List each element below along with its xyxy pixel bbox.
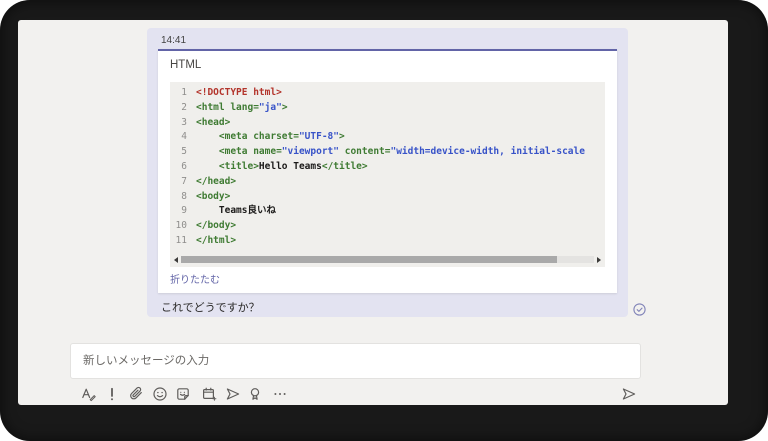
ellipsis-icon — [274, 393, 286, 395]
code-line: 9 Teams良いね — [170, 204, 605, 219]
code-text: <head> — [196, 116, 231, 128]
code-line: 10 </body> — [170, 219, 605, 234]
emoji-button[interactable] — [150, 384, 170, 404]
stream-button[interactable] — [223, 384, 243, 404]
line-number: 8 — [181, 190, 187, 202]
line-number: 1 — [181, 87, 187, 98]
line-number: 5 — [181, 146, 187, 158]
praise-button[interactable] — [245, 384, 265, 404]
code-line: 6 <title>Hello Teams</title> — [170, 160, 605, 175]
line-number: 7 — [181, 175, 187, 187]
code-text: Teams良いね — [196, 205, 276, 217]
code-text: <meta charset="UTF-8"> — [196, 131, 345, 143]
line-number: 3 — [181, 116, 187, 128]
code-line: 3 <head> — [170, 116, 605, 131]
code-line: 1 <!DOCTYPE html> — [170, 86, 605, 101]
code-line: 2 <html lang="ja"> — [170, 101, 605, 116]
scroll-right-arrow-icon[interactable] — [594, 255, 603, 264]
horizontal-scrollbar[interactable] — [172, 255, 603, 264]
line-number: 6 — [181, 160, 187, 172]
line-number: 4 — [181, 131, 187, 143]
collapse-link[interactable]: 折りたたむ — [170, 271, 220, 286]
message-bubble: 14:41 HTML 1 <!DOCTYPE html> 2 <html lang="… — [147, 28, 628, 317]
code-lines: 1 <!DOCTYPE html> 2 <html lang="ja"> 3 <head>… — [170, 82, 605, 249]
code-text: <meta name="viewport" content="width=dev… — [196, 146, 585, 158]
format-button[interactable] — [78, 384, 98, 404]
attach-button[interactable] — [126, 384, 146, 404]
format-a-pen-icon — [82, 388, 96, 402]
sticker-icon — [177, 388, 189, 400]
code-text: <title>Hello Teams</title> — [196, 160, 368, 172]
paper-plane-icon — [622, 388, 636, 400]
read-receipt-check-circle-icon — [633, 303, 646, 316]
scrollbar-track[interactable] — [181, 256, 594, 263]
code-text: <!DOCTYPE html> — [196, 87, 282, 98]
code-block: 1 <!DOCTYPE html> 2 <html lang="ja"> 3 <head>… — [170, 82, 605, 267]
code-text: <body> — [196, 190, 231, 202]
code-text: </head> — [196, 175, 237, 187]
schedule-meeting-button[interactable] — [199, 384, 219, 404]
smiley-icon — [153, 387, 167, 401]
message-text: これでどうですか？ — [161, 302, 260, 314]
code-line: 5 <meta name="viewport" content="width=d… — [170, 145, 605, 160]
code-line: 11 </html> — [170, 234, 605, 249]
teams-chat-screen: 14:41 HTML 1 <!DOCTYPE html> 2 <html lang="… — [18, 20, 728, 405]
play-arrow-icon — [226, 388, 240, 400]
paperclip-icon — [130, 386, 142, 400]
scrollbar-thumb[interactable] — [181, 256, 557, 263]
code-text: <html lang="ja"> — [196, 101, 288, 113]
code-text: </html> — [196, 234, 237, 246]
scroll-left-arrow-icon[interactable] — [172, 255, 181, 264]
more-options-button[interactable] — [270, 384, 290, 404]
line-number: 9 — [181, 205, 187, 217]
code-line: 4 <meta charset="UTF-8"> — [170, 130, 605, 145]
code-line: 7 </head> — [170, 175, 605, 190]
exclamation-icon — [111, 387, 113, 401]
praise-ribbon-icon — [250, 388, 260, 400]
code-text: </body> — [196, 220, 237, 232]
sticker-button[interactable] — [173, 384, 193, 404]
line-number: 10 — [175, 220, 187, 232]
message-timestamp: 14:41 — [161, 35, 187, 46]
window-frame: 14:41 HTML 1 <!DOCTYPE html> 2 <html lang="… — [0, 0, 768, 441]
message-input[interactable] — [70, 343, 641, 379]
code-card-title: HTML — [170, 59, 202, 71]
code-line: 8 <body> — [170, 190, 605, 205]
send-button[interactable] — [619, 384, 639, 404]
line-number: 11 — [175, 234, 187, 246]
priority-button[interactable] — [102, 384, 122, 404]
calendar-add-icon — [202, 387, 217, 401]
code-snippet-card: HTML 1 <!DOCTYPE html> 2 <html lang="ja"> 3 <… — [158, 49, 617, 293]
line-number: 2 — [181, 101, 187, 113]
